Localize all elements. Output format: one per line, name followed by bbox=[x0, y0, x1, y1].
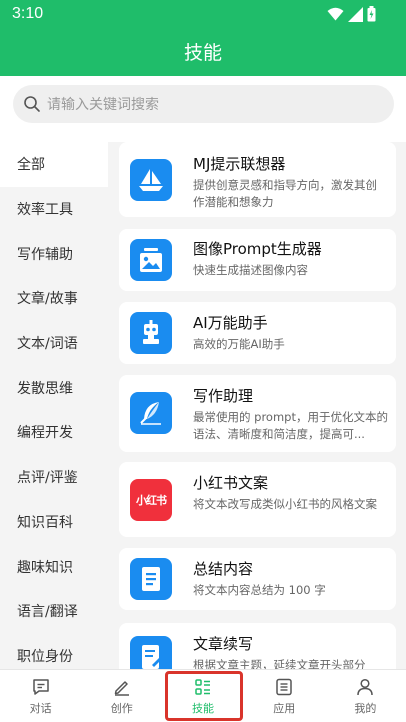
category-label: 全部 bbox=[17, 157, 45, 174]
page-title: 技能 bbox=[183, 42, 222, 64]
skill-title: AI万能助手 bbox=[193, 314, 268, 332]
apps-list-icon bbox=[276, 678, 292, 695]
skill-card-mj-prompt[interactable]: MJ提示联想器 提供创意灵感和指导方向，激发其创作潜能和想象力 bbox=[119, 142, 396, 217]
status-icons bbox=[327, 6, 376, 22]
category-item-text-words[interactable]: 文本/词语 bbox=[0, 321, 108, 366]
skill-description: 提供创意灵感和指导方向，激发其创作潜能和想象力 bbox=[193, 178, 377, 209]
skill-title: MJ提示联想器 bbox=[193, 155, 286, 173]
status-bar: 3:10 bbox=[0, 0, 406, 30]
category-item-all[interactable]: 全部 bbox=[0, 142, 108, 187]
category-label: 职位身份 bbox=[17, 648, 73, 665]
skill-card-image-prompt[interactable]: 图像Prompt生成器 快速生成描述图像内容 bbox=[119, 229, 396, 291]
skill-card-ai-assistant[interactable]: AI万能助手 高效的万能AI助手 bbox=[119, 302, 396, 364]
tab-skills[interactable]: 技能 bbox=[162, 670, 243, 722]
category-label: 点评/评鉴 bbox=[17, 470, 78, 487]
skill-title: 文章续写 bbox=[193, 635, 254, 653]
tab-label: 创作 bbox=[110, 701, 133, 715]
skill-description: 最常使用的 prompt，用于优化文本的语法、清晰度和简洁度，提高可... bbox=[193, 410, 388, 441]
tab-highlight-frame bbox=[165, 671, 243, 721]
category-label: 发散思维 bbox=[17, 380, 73, 397]
category-item-programming[interactable]: 编程开发 bbox=[0, 410, 108, 455]
category-label: 效率工具 bbox=[17, 202, 73, 219]
category-item-divergent[interactable]: 发散思维 bbox=[0, 365, 108, 410]
pen-icon bbox=[114, 680, 129, 696]
search-area: 请输入关键词搜索 bbox=[0, 76, 406, 142]
wifi-icon bbox=[327, 7, 344, 21]
skill-description: 高效的万能AI助手 bbox=[193, 337, 285, 351]
document-icon bbox=[130, 558, 172, 600]
title-bar: 技能 bbox=[0, 30, 406, 76]
category-sidebar: 全部 效率工具 写作辅助 文章/故事 文本/词语 发散思维 编程开发 点评/评鉴… bbox=[0, 142, 108, 669]
category-item-efficiency[interactable]: 效率工具 bbox=[0, 187, 108, 232]
battery-icon bbox=[367, 6, 376, 22]
category-item-article-story[interactable]: 文章/故事 bbox=[0, 276, 108, 321]
category-label: 文章/故事 bbox=[17, 291, 78, 308]
skill-description: 快速生成描述图像内容 bbox=[193, 263, 308, 277]
skill-description: 将文本改写成类似小红书的风格文案 bbox=[193, 497, 377, 511]
category-item-encyclopedia[interactable]: 知识百科 bbox=[0, 500, 108, 545]
category-item-fun-facts[interactable]: 趣味知识 bbox=[0, 544, 108, 589]
tab-label: 应用 bbox=[273, 701, 296, 715]
tab-create[interactable]: 创作 bbox=[81, 670, 162, 722]
tab-me[interactable]: 我的 bbox=[325, 670, 406, 722]
xiaohongshu-icon: 小红书 bbox=[130, 479, 172, 521]
skill-title: 总结内容 bbox=[193, 560, 254, 578]
sailboat-icon bbox=[130, 159, 172, 201]
skill-card-xiaohongshu[interactable]: 小红书 小红书文案 将文本改写成类似小红书的风格文案 bbox=[119, 462, 396, 537]
skill-list: MJ提示联想器 提供创意灵感和指导方向，激发其创作潜能和想象力 图像Prompt… bbox=[108, 142, 406, 669]
bottom-nav: 对话 创作 技能 应用 我的 bbox=[0, 669, 406, 722]
edit-document-icon bbox=[130, 636, 172, 669]
image-icon bbox=[130, 239, 172, 281]
tab-label: 对话 bbox=[29, 701, 52, 715]
category-item-job-roles[interactable]: 职位身份 bbox=[0, 634, 108, 669]
skill-description: 将文本内容总结为 100 字 bbox=[193, 583, 326, 597]
skill-title: 写作助理 bbox=[193, 387, 254, 405]
category-item-translation[interactable]: 语言/翻译 bbox=[0, 589, 108, 634]
category-label: 知识百科 bbox=[17, 514, 73, 531]
category-label: 语言/翻译 bbox=[17, 604, 78, 621]
category-item-writing-aid[interactable]: 写作辅助 bbox=[0, 231, 108, 276]
chat-icon bbox=[32, 678, 49, 695]
robot-icon bbox=[130, 312, 172, 354]
category-label: 编程开发 bbox=[17, 425, 73, 442]
skill-card-continue-article[interactable]: 文章续写 根据文章主题，延续文章开头部分 bbox=[119, 623, 396, 669]
tab-chat[interactable]: 对话 bbox=[0, 670, 81, 722]
category-label: 趣味知识 bbox=[17, 559, 73, 576]
xiaohongshu-logo-text: 小红书 bbox=[136, 494, 167, 507]
signal-icon bbox=[348, 6, 363, 22]
skill-title: 图像Prompt生成器 bbox=[193, 240, 322, 258]
tab-apps[interactable]: 应用 bbox=[244, 670, 325, 722]
category-item-review[interactable]: 点评/评鉴 bbox=[0, 455, 108, 500]
search-placeholder: 请输入关键词搜索 bbox=[47, 97, 159, 113]
skill-title: 小红书文案 bbox=[193, 474, 269, 492]
person-icon bbox=[357, 678, 374, 695]
category-label: 写作辅助 bbox=[17, 246, 73, 263]
skill-card-writing-assistant[interactable]: 写作助理 最常使用的 prompt，用于优化文本的语法、清晰度和简洁度，提高可.… bbox=[119, 375, 396, 452]
search-input[interactable]: 请输入关键词搜索 bbox=[13, 85, 394, 123]
skill-description: 根据文章主题，延续文章开头部分 bbox=[193, 658, 366, 669]
feather-icon bbox=[130, 392, 172, 434]
tab-label: 我的 bbox=[354, 701, 377, 715]
skill-card-summary[interactable]: 总结内容 将文本内容总结为 100 字 bbox=[119, 548, 396, 610]
category-label: 文本/词语 bbox=[17, 336, 78, 353]
search-icon bbox=[24, 96, 40, 112]
status-time: 3:10 bbox=[12, 5, 44, 22]
